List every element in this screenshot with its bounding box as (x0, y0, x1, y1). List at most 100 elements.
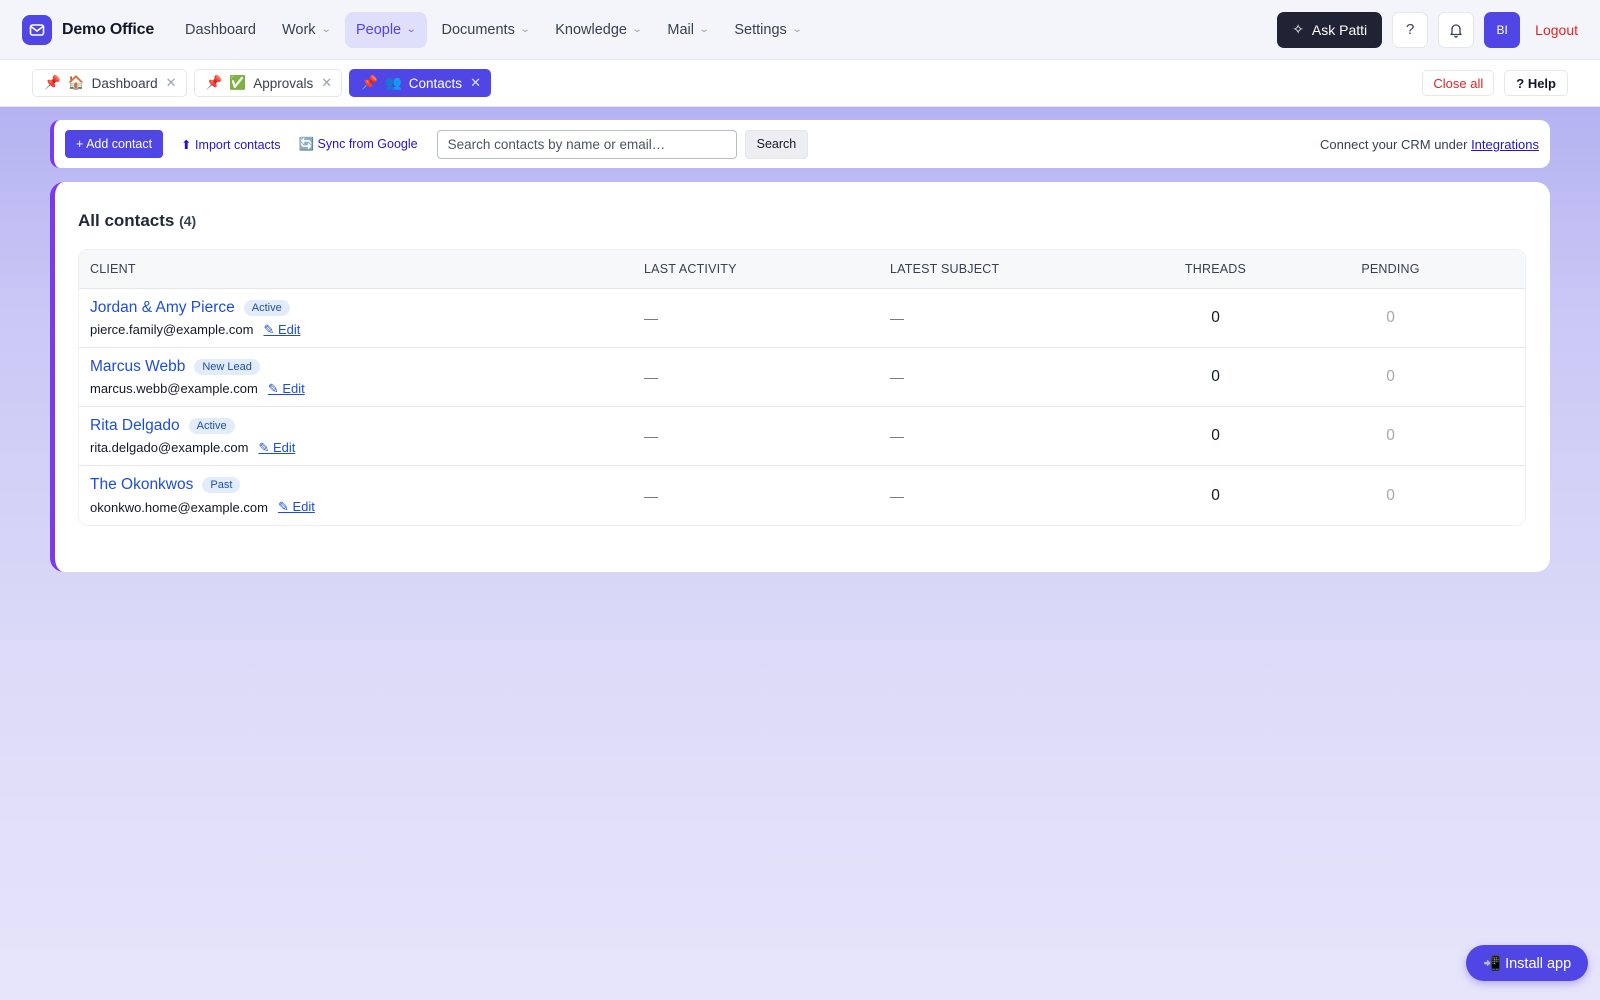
table-row: Jordan & Amy Pierce Active pierce.family… (79, 289, 1525, 348)
client-cell: The Okonkwos Past okonkwo.home@example.c… (79, 476, 644, 515)
pending-cell: 0 (1386, 486, 1395, 504)
client-email: okonkwo.home@example.com (90, 499, 268, 515)
close-icon[interactable]: ✕ (166, 75, 177, 91)
column-header-threads: THREADS (1184, 262, 1247, 276)
client-email: marcus.webb@example.com (90, 381, 258, 396)
client-name-link[interactable]: The Okonkwos (90, 476, 193, 494)
pin-icon: 📌 (361, 75, 378, 90)
tab-contacts[interactable]: 📌 👥 Contacts ✕ (349, 69, 491, 97)
avatar[interactable]: BI (1484, 11, 1521, 48)
tab-dashboard[interactable]: 📌 🏠 Dashboard ✕ (32, 69, 187, 97)
people-icon: 👥 (384, 75, 402, 90)
status-badge: Past (202, 477, 241, 493)
close-icon[interactable]: ✕ (470, 75, 481, 91)
nav-item-knowledge[interactable]: Knowledge ⌄ (544, 12, 652, 48)
close-icon[interactable]: ✕ (321, 75, 332, 91)
integrations-link[interactable]: Integrations (1471, 137, 1539, 152)
edit-link[interactable]: ✎ Edit (258, 440, 295, 456)
contacts-toolbar: + Add contact ⬆ Import contacts 🔄 Sync f… (50, 120, 1550, 168)
client-email: pierce.family@example.com (90, 322, 254, 337)
pending-cell: 0 (1386, 427, 1395, 444)
nav-item-label: Knowledge (555, 21, 627, 38)
open-tabs-bar: 📌 🏠 Dashboard ✕ 📌 ✅ Approvals ✕ 📌 👥 Cont… (0, 60, 1600, 107)
check-icon: ✅ (229, 75, 247, 90)
nav-item-settings[interactable]: Settings ⌄ (723, 12, 812, 48)
nav-item-label: Work (281, 21, 316, 38)
table-row: Rita Delgado Active rita.delgado@example… (79, 407, 1525, 466)
nav-item-label: Settings (734, 21, 787, 38)
top-navigation: Demo Office Dashboard Work ⌄ People ⌄ Do… (0, 0, 1600, 60)
status-badge: Active (243, 299, 290, 316)
client-cell: Marcus Webb New Lead marcus.webb@example… (79, 358, 644, 397)
brand[interactable]: Demo Office (22, 14, 155, 45)
chevron-down-icon: ⌄ (791, 24, 803, 35)
last-activity-cell: — (644, 428, 658, 444)
main-nav: Dashboard Work ⌄ People ⌄ Documents ⌄ Kn… (174, 11, 812, 48)
nav-item-label: Mail (667, 21, 694, 38)
tab-approvals[interactable]: 📌 ✅ Approvals ✕ (193, 69, 343, 97)
nav-item-work[interactable]: Work ⌄ (271, 12, 341, 48)
latest-subject-cell: — (890, 369, 904, 385)
page-title-text: All contacts (78, 211, 175, 230)
pending-cell: 0 (1386, 309, 1395, 326)
contacts-count: (4) (179, 213, 197, 229)
logout-link[interactable]: Logout (1535, 22, 1578, 38)
column-header-pending: PENDING (1361, 262, 1420, 276)
column-header-latest-subject: LATEST SUBJECT (890, 262, 1000, 276)
top-right-actions: ✧ Ask Patti ? BI Logout (1277, 11, 1578, 48)
nav-item-documents[interactable]: Documents ⌄ (431, 12, 541, 48)
edit-link[interactable]: ✎ Edit (278, 499, 315, 515)
nav-item-mail[interactable]: Mail ⌄ (656, 12, 719, 48)
nav-item-people[interactable]: People ⌄ (344, 11, 427, 48)
edit-link[interactable]: ✎ Edit (268, 381, 305, 397)
status-badge: New Lead (194, 358, 260, 375)
chevron-down-icon: ⌄ (631, 24, 643, 35)
table-header: CLIENT LAST ACTIVITY LATEST SUBJECT THRE… (79, 250, 1525, 289)
client-cell: Jordan & Amy Pierce Active pierce.family… (79, 299, 644, 338)
search-button[interactable]: Search (744, 129, 809, 159)
nav-item-label: Documents (441, 21, 515, 38)
search-input[interactable] (436, 129, 737, 159)
help-icon-button[interactable]: ? (1392, 11, 1429, 48)
status-badge: Active (188, 417, 235, 434)
brand-name: Demo Office (62, 20, 155, 38)
last-activity-cell: — (644, 369, 658, 385)
chevron-down-icon: ⌄ (405, 24, 417, 35)
table-row: Marcus Webb New Lead marcus.webb@example… (79, 348, 1525, 407)
import-contacts-link[interactable]: ⬆ Import contacts (181, 137, 280, 152)
chevron-down-icon: ⌄ (698, 24, 710, 35)
client-name-link[interactable]: Marcus Webb (90, 358, 185, 376)
close-all-button[interactable]: Close all (1422, 70, 1495, 96)
chevron-down-icon: ⌄ (320, 24, 332, 35)
home-icon: 🏠 (67, 75, 85, 90)
client-name-link[interactable]: Rita Delgado (90, 417, 180, 435)
tab-label: Approvals (253, 75, 314, 91)
ask-patti-button[interactable]: ✧ Ask Patti (1277, 11, 1383, 48)
nav-item-label: Dashboard (185, 21, 256, 38)
pin-icon: 📌 (44, 75, 61, 90)
threads-cell: 0 (1211, 309, 1220, 326)
tab-label: Contacts (408, 75, 463, 91)
nav-item-dashboard[interactable]: Dashboard (174, 12, 267, 48)
threads-cell: 0 (1211, 427, 1220, 444)
column-header-client: CLIENT (90, 262, 136, 276)
add-contact-button[interactable]: + Add contact (65, 130, 164, 158)
install-app-button[interactable]: 📲 Install app (1466, 945, 1589, 981)
tab-label: Dashboard (91, 75, 158, 91)
sparkle-icon: ✧ (1292, 21, 1304, 37)
crm-note-text: Connect your CRM under (1320, 136, 1472, 152)
notifications-button[interactable] (1438, 11, 1475, 48)
tabs-actions: Close all ? Help (1422, 70, 1568, 96)
help-button[interactable]: ? Help (1504, 70, 1568, 96)
last-activity-cell: — (644, 310, 658, 326)
client-email: rita.delgado@example.com (90, 440, 249, 455)
column-header-last-activity: LAST ACTIVITY (644, 262, 737, 276)
mail-icon (22, 14, 52, 45)
page-title: All contacts (4) (78, 211, 1528, 231)
client-name-link[interactable]: Jordan & Amy Pierce (90, 299, 235, 317)
edit-link[interactable]: ✎ Edit (263, 322, 300, 338)
chevron-down-icon: ⌄ (519, 24, 531, 35)
pin-icon: 📌 (205, 75, 223, 90)
sync-google-link[interactable]: 🔄 Sync from Google (299, 137, 418, 152)
contacts-card: All contacts (4) CLIENT LAST ACTIVITY LA… (50, 182, 1550, 572)
